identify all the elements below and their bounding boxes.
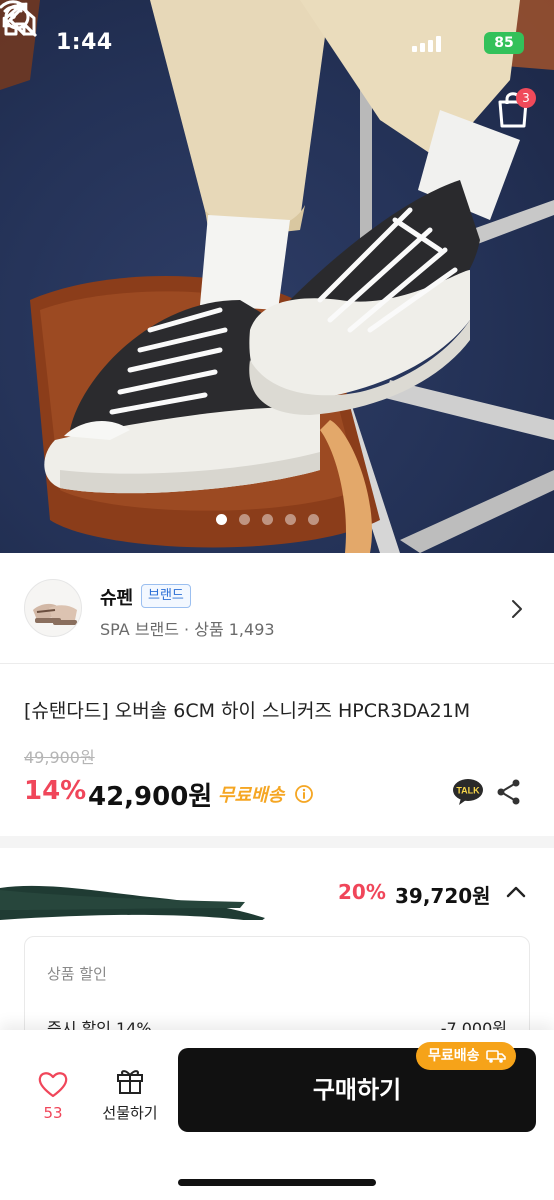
status-time: 1:44 [56, 30, 113, 55]
kakao-talk-share-button[interactable]: TALK [452, 778, 484, 806]
discount-heading: 상품 할인 [47, 965, 107, 983]
fullscreen-expand-icon[interactable] [0, 0, 30, 30]
free-shipping-badge: 무료배송 [416, 1042, 516, 1070]
best-discount-rate: 20% [338, 880, 386, 904]
battery-level: 85 [494, 35, 514, 51]
pagination-dot[interactable] [216, 514, 227, 525]
chevron-right-icon [512, 600, 522, 618]
original-price: 49,900원 [24, 748, 95, 767]
chevron-up-icon[interactable] [504, 880, 528, 904]
like-button[interactable]: 53 [30, 1066, 76, 1126]
redaction-scribble [0, 885, 265, 920]
gift-label: 선물하기 [102, 1104, 158, 1122]
info-icon[interactable] [294, 784, 314, 804]
gift-button[interactable]: 선물하기 [96, 1064, 164, 1126]
talk-label: TALK [456, 786, 480, 796]
status-bar: 1:44 85 [0, 0, 554, 80]
heart-icon [38, 1072, 68, 1098]
brand-logo-image [33, 603, 77, 625]
brand-badge: 브랜드 [141, 584, 191, 608]
free-shipping-label: 무료배송 [218, 785, 285, 806]
section-divider [0, 836, 554, 848]
product-image-gallery[interactable]: 1:44 85 3 [0, 0, 554, 553]
like-count: 53 [43, 1104, 63, 1122]
brand-avatar [24, 579, 82, 637]
cart-button[interactable]: 3 [492, 88, 536, 130]
battery-indicator: 85 [484, 32, 524, 54]
pagination-dot[interactable] [285, 514, 296, 525]
best-price: 39,720원 [395, 884, 491, 908]
free-shipping-badge-label: 무료배송 [428, 1048, 480, 1064]
sale-price: 42,900원 [88, 782, 213, 812]
cellular-signal-icon [412, 36, 442, 52]
pagination-dot[interactable] [239, 514, 250, 525]
home-indicator [178, 1179, 376, 1186]
bottom-purchase-bar: 53 선물하기 구매하기 무료배송 [0, 1030, 554, 1200]
product-photo [0, 0, 554, 553]
kakao-talk-icon: TALK [453, 779, 483, 805]
brand-name: 슈펜 [100, 588, 134, 609]
brand-row[interactable]: 슈펜 브랜드 SPA 브랜드 · 상품 1,493 [0, 554, 554, 664]
product-title: [슈탠다드] 오버솔 6CM 하이 스니커즈 HPCR3DA21M [24, 700, 471, 722]
cart-count-badge: 3 [516, 88, 536, 108]
brand-meta: SPA 브랜드 · 상품 1,493 [100, 620, 275, 639]
share-icon[interactable] [496, 778, 522, 806]
discount-rate: 14% [24, 776, 87, 806]
gallery-pagination [216, 514, 319, 525]
pagination-dot[interactable] [262, 514, 273, 525]
pagination-dot[interactable] [308, 514, 319, 525]
gift-icon [117, 1070, 143, 1094]
delivery-truck-icon [485, 1050, 506, 1063]
